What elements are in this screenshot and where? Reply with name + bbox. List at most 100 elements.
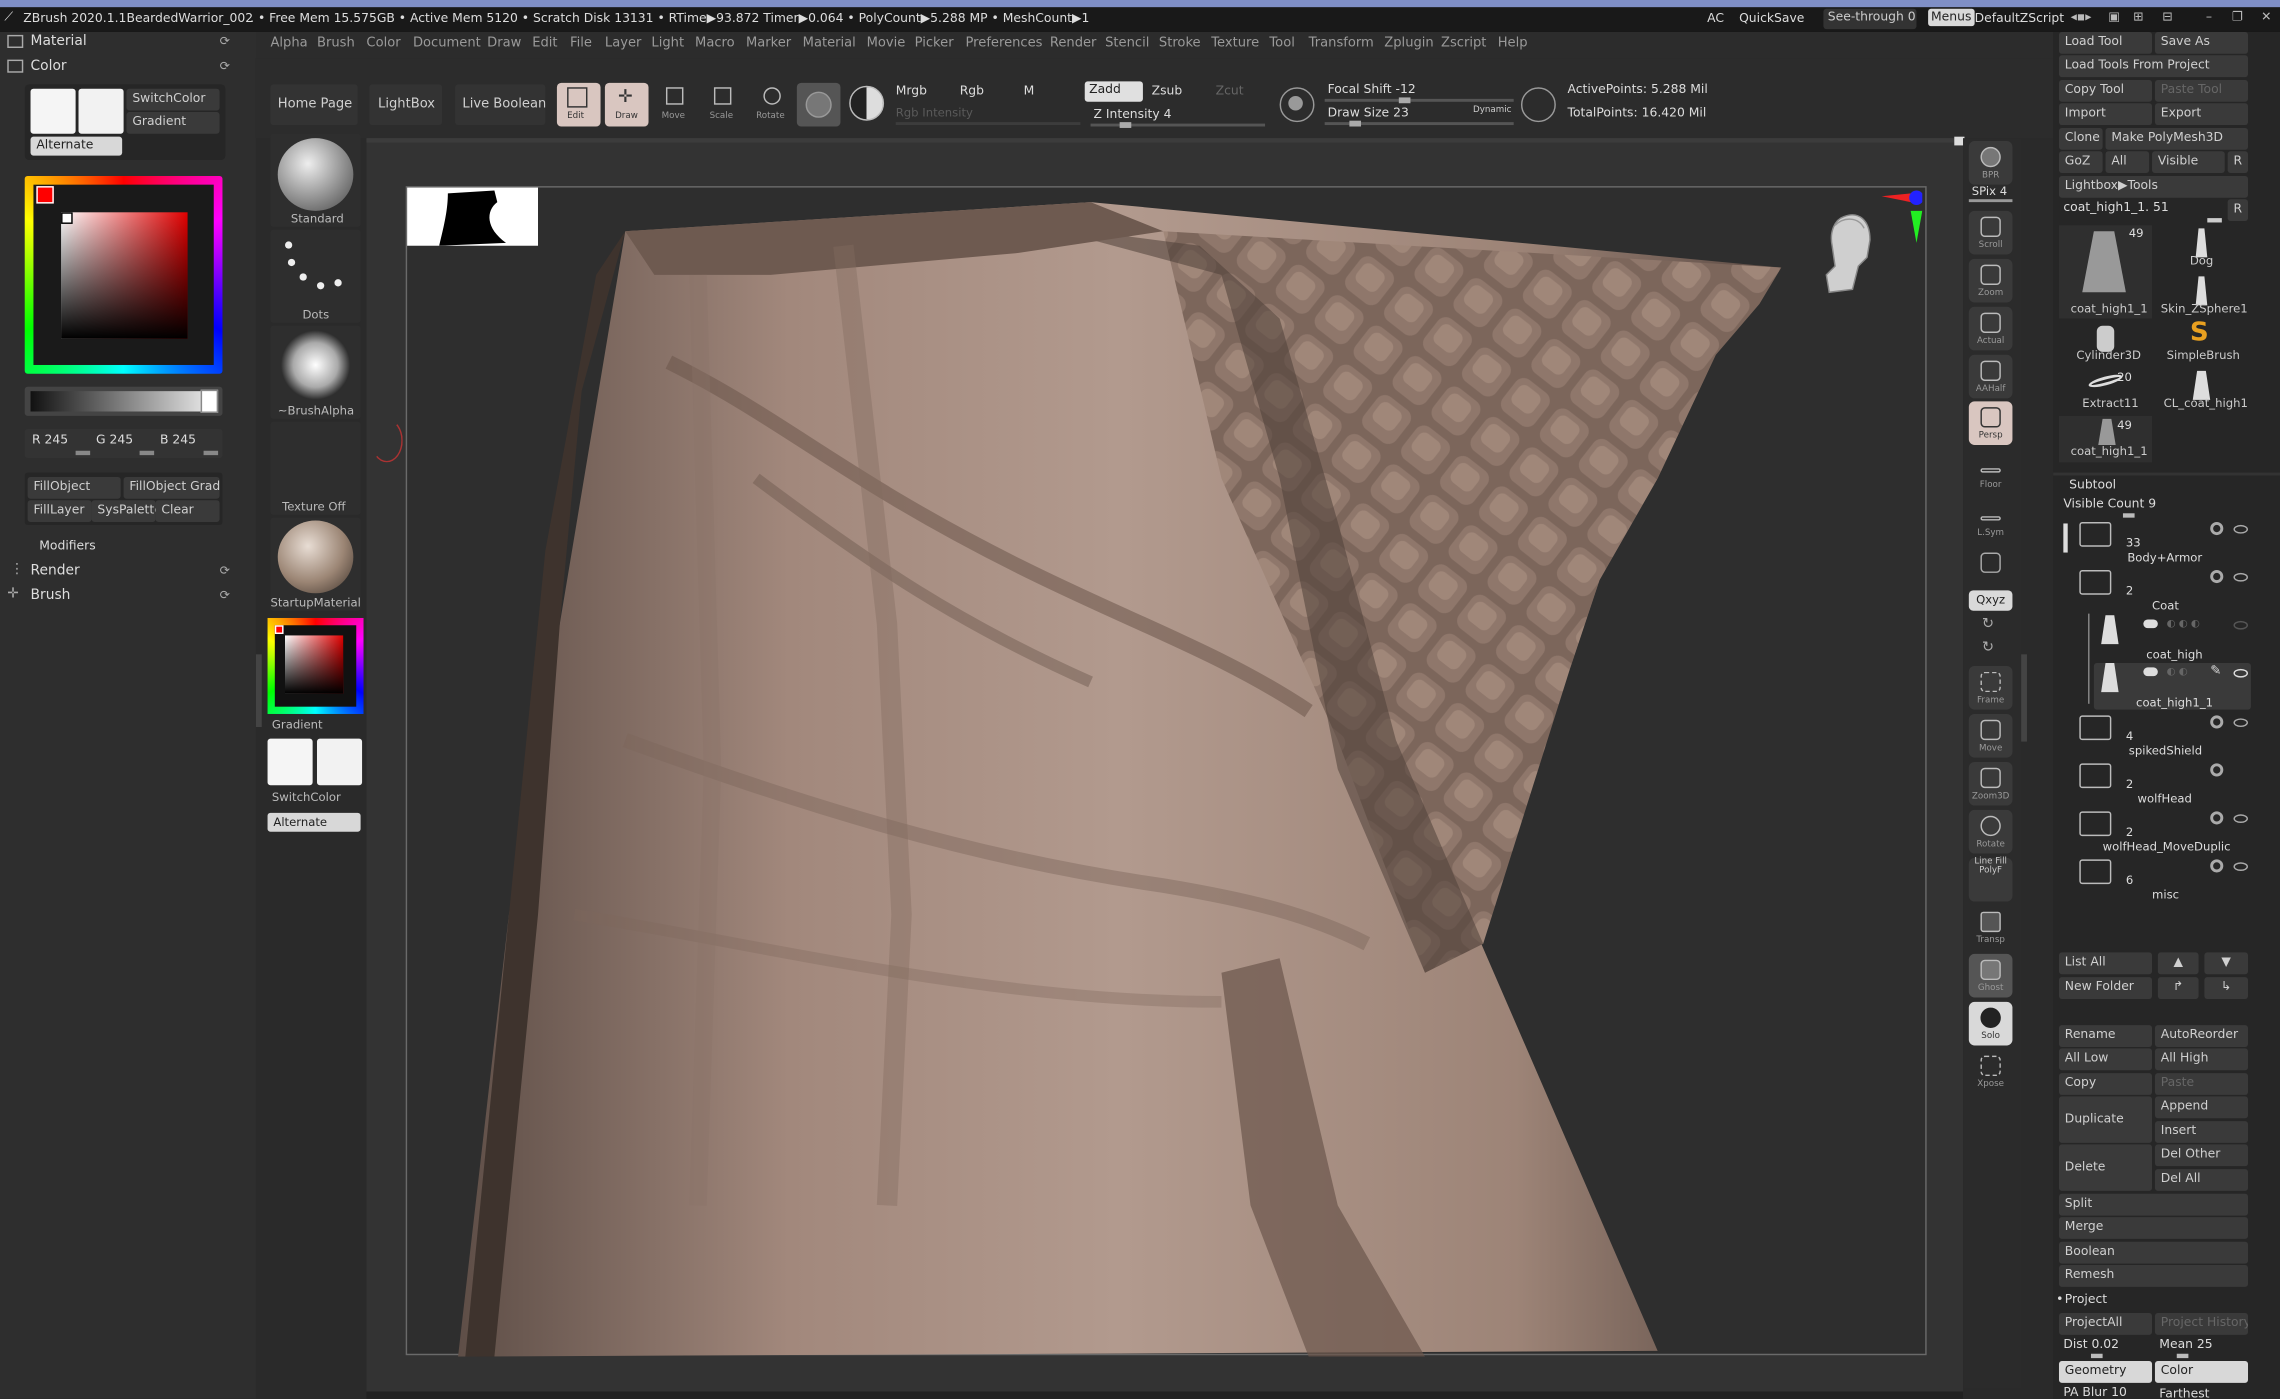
goz-all-button[interactable]: All	[2105, 151, 2150, 174]
mini-switchcolor-button[interactable]: SwitchColor	[272, 791, 341, 804]
copy-tool-button[interactable]: Copy Tool	[2058, 79, 2153, 102]
folder-move-up-button[interactable]: ↱	[2157, 977, 2199, 999]
polypaint-toggle-icon[interactable]	[2143, 619, 2158, 629]
mini-main-color[interactable]	[267, 738, 313, 786]
rotate-y-icon[interactable]: ↻	[1982, 617, 1994, 633]
focal-lock-icon[interactable]	[1279, 87, 1315, 123]
menu-document[interactable]: Document	[413, 36, 481, 51]
render-refresh-icon[interactable]: ⟳	[220, 564, 230, 579]
rgb-intensity-track[interactable]	[895, 122, 1081, 126]
split-button[interactable]: Split	[2058, 1193, 2249, 1216]
current-tool-handle[interactable]	[2207, 218, 2222, 223]
zsub-button[interactable]: Zsub	[1152, 84, 1183, 99]
ac-button[interactable]: AC	[1707, 12, 1724, 27]
subtool-folder-misc[interactable]: 6 misc	[2076, 856, 2250, 903]
menu-zscript[interactable]: Zscript	[1441, 36, 1486, 51]
menu-render[interactable]: Render	[1050, 36, 1097, 51]
zoom-button[interactable]: Zoom	[1968, 258, 2013, 303]
rgb-intensity-slider[interactable]: Rgb Intensity	[896, 106, 973, 119]
remesh-button[interactable]: Remesh	[2058, 1265, 2249, 1287]
eye-icon[interactable]	[2233, 572, 2249, 582]
merge-button[interactable]: Merge	[2058, 1217, 2249, 1239]
menu-help[interactable]: Help	[1498, 36, 1528, 51]
menu-transform[interactable]: Transform	[1309, 36, 1374, 51]
left-tray-divider[interactable]	[255, 654, 262, 728]
lightbox-tools-button[interactable]: Lightbox▶Tools	[2058, 175, 2249, 198]
subtool-options-icon[interactable]: ◐ ◐	[2167, 666, 2188, 678]
visible-count-handle[interactable]	[2122, 513, 2135, 518]
lightbox-button[interactable]: LightBox	[369, 84, 443, 126]
tool-thumb-coat-high1-1-b[interactable]: 49 coat_high1_1	[2058, 415, 2153, 463]
alternate-button[interactable]: Alternate	[30, 136, 123, 156]
minimize-icon[interactable]: –	[2206, 10, 2212, 25]
layout-icon[interactable]: ⊞	[2133, 10, 2143, 25]
gradient-label[interactable]: Gradient	[272, 718, 323, 731]
make-polymesh3d-button[interactable]: Make PolyMesh3D	[2105, 127, 2249, 150]
quicksave-button[interactable]: QuickSave	[1739, 12, 1804, 27]
coat-sculpt-render[interactable]	[407, 188, 1928, 1357]
all-high-button[interactable]: All High	[2154, 1048, 2249, 1071]
render-palette-title[interactable]: Render	[31, 563, 80, 579]
mini-secondary-color[interactable]	[316, 738, 363, 786]
gear-icon[interactable]	[2210, 715, 2224, 729]
aahalf-button[interactable]: AAHalf	[1968, 354, 2013, 399]
menu-marker[interactable]: Marker	[746, 36, 791, 51]
current-tool-slider[interactable]: coat_high1_1. 51	[2063, 201, 2168, 216]
mean-slider[interactable]: Mean 25	[2159, 1338, 2212, 1353]
color-palette-title[interactable]: Color	[31, 58, 67, 74]
rotate-view-button[interactable]: Rotate	[1968, 809, 2013, 854]
alpha-selector[interactable]: ~BrushAlpha	[270, 325, 361, 419]
interface-icon[interactable]: ⊟	[2162, 10, 2172, 25]
project-section-toggle[interactable]: Project	[2065, 1293, 2107, 1308]
qxyz-button[interactable]: Qxyz	[1968, 590, 2013, 611]
list-all-button[interactable]: List All	[2058, 952, 2153, 975]
right-tray-divider[interactable]	[2021, 654, 2027, 742]
brush-selector[interactable]: Standard	[270, 133, 361, 227]
menu-draw[interactable]: Draw	[487, 36, 521, 51]
menu-movie[interactable]: Movie	[867, 36, 906, 51]
duplicate-button[interactable]: Duplicate	[2058, 1096, 2153, 1143]
menu-tool[interactable]: Tool	[1269, 36, 1294, 51]
syspalette-button[interactable]: SysPalette	[91, 500, 156, 523]
subtool-folder-wolfhead[interactable]: 2 wolfHead	[2076, 760, 2250, 807]
tray-grid-icon[interactable]	[7, 34, 24, 48]
dist-slider[interactable]: Dist 0.02	[2063, 1338, 2119, 1353]
transp-button[interactable]: Transp	[1969, 906, 2013, 950]
tool-thumb-cl-coat-high1[interactable]: CL_coat_high1	[2155, 368, 2248, 415]
main-color-swatch[interactable]	[30, 88, 76, 134]
value-marker[interactable]	[200, 389, 219, 413]
z-intensity-handle[interactable]	[1119, 122, 1132, 128]
menu-brush[interactable]: Brush	[317, 36, 355, 51]
color-toggle[interactable]: Color	[2154, 1361, 2249, 1383]
mini-picker-square[interactable]	[285, 635, 344, 694]
subtool-options-icon[interactable]: ◐ ◐ ◐	[2167, 618, 2200, 630]
visible-count-slider[interactable]: Visible Count 9	[2063, 497, 2156, 512]
zoom3d-button[interactable]: Zoom3D	[1968, 761, 2013, 806]
subtool-title[interactable]: Subtool	[2069, 478, 2116, 493]
gear-icon[interactable]	[2210, 763, 2224, 777]
farthest-button[interactable]: Farthest	[2159, 1387, 2209, 1399]
bpr-button[interactable]: BPR	[1968, 141, 2013, 185]
paste-tool-button[interactable]: Paste Tool	[2154, 79, 2249, 102]
gear-icon[interactable]	[2210, 859, 2224, 873]
spix-track[interactable]	[1968, 199, 2013, 203]
zadd-button[interactable]: Zadd	[1084, 81, 1143, 102]
projectall-button[interactable]: ProjectAll	[2058, 1313, 2153, 1335]
material-sphere-button[interactable]	[796, 82, 841, 127]
mini-hue-marker[interactable]	[274, 625, 284, 634]
del-other-button[interactable]: Del Other	[2154, 1144, 2249, 1167]
boolean-button[interactable]: Boolean	[2058, 1241, 2249, 1264]
r-slider-handle[interactable]	[75, 450, 91, 456]
secondary-color-swatch[interactable]	[78, 88, 124, 134]
hue-marker[interactable]	[36, 186, 54, 204]
filllayer-button[interactable]: FillLayer	[27, 500, 92, 523]
restore-icon[interactable]: ❐	[2232, 10, 2243, 25]
m-button[interactable]: M	[1024, 84, 1035, 99]
menu-alpha[interactable]: Alpha	[270, 36, 307, 51]
polyf-button[interactable]: Line Fill PolyF	[1968, 857, 2013, 902]
current-tool-r-button[interactable]: R	[2227, 199, 2249, 222]
tool-thumb-extract11[interactable]: 20 Extract11	[2059, 368, 2152, 415]
see-through-slider[interactable]: See-through 0	[1823, 8, 1917, 30]
goz-r-button[interactable]: R	[2227, 151, 2249, 174]
menu-material[interactable]: Material	[803, 36, 856, 51]
